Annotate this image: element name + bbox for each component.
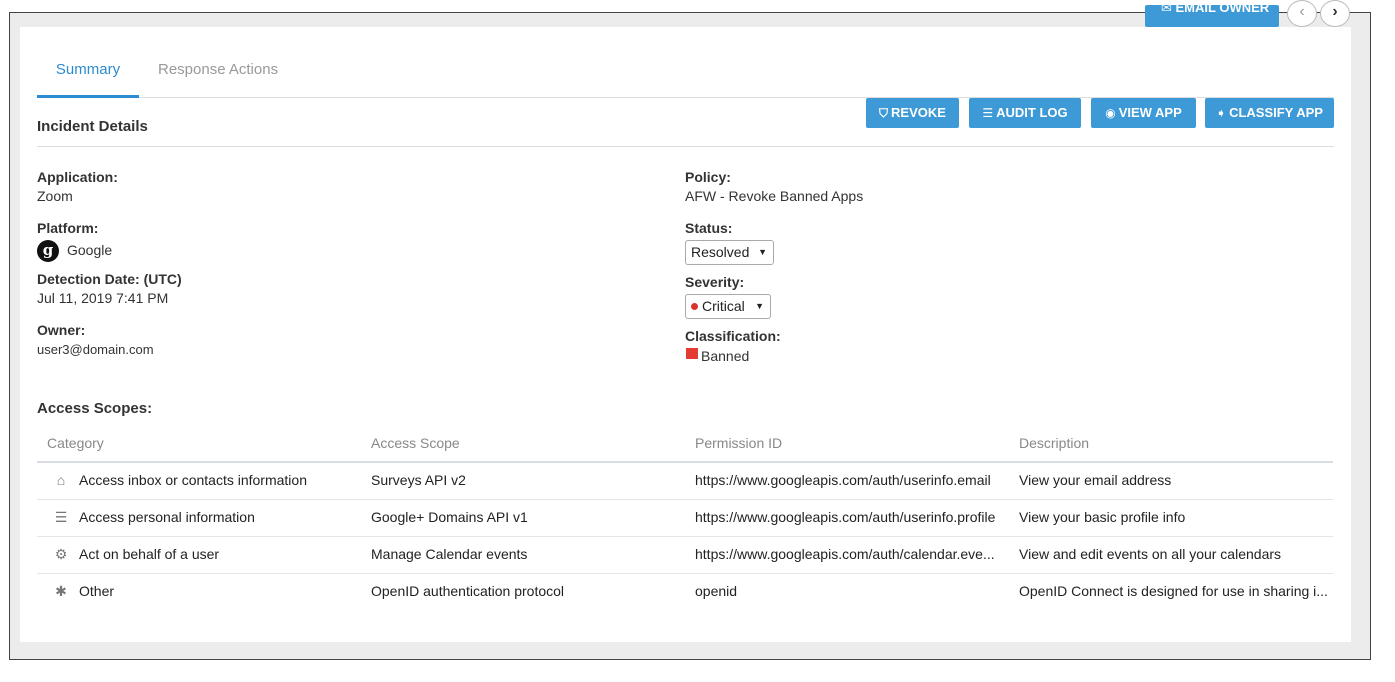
row-description: View your email address bbox=[1019, 472, 1172, 488]
tab-summary[interactable]: Summary bbox=[37, 52, 139, 98]
detection-date-value: Jul 11, 2019 7:41 PM bbox=[37, 290, 169, 306]
classification-value: Banned bbox=[701, 348, 750, 364]
row-access-scope: OpenID authentication protocol bbox=[371, 583, 565, 599]
revoke-button[interactable]: ⛉ REVOKE bbox=[866, 98, 959, 128]
row-description: View your basic profile info bbox=[1019, 509, 1186, 525]
row-category: Access inbox or contacts information bbox=[79, 472, 307, 488]
row-category: Act on behalf of a user bbox=[79, 546, 220, 562]
table-row[interactable]: ⚙ Act on behalf of a user Manage Calenda… bbox=[37, 537, 1333, 574]
classify-app-button[interactable]: ➧ CLASSIFY APP bbox=[1205, 98, 1334, 128]
caret-down-icon: ▼ bbox=[758, 247, 767, 257]
policy-value: AFW - Revoke Banned Apps bbox=[685, 188, 864, 204]
status-label: Status: bbox=[685, 220, 733, 236]
classify-app-label: CLASSIFY APP bbox=[1229, 105, 1323, 120]
tab-bar: Summary Response Actions bbox=[37, 52, 1334, 98]
policy-label: Policy: bbox=[685, 169, 731, 185]
column-header-access-scope[interactable]: Access Scope bbox=[371, 435, 460, 451]
next-incident-button[interactable]: › bbox=[1320, 0, 1350, 27]
platform-value: Google bbox=[67, 242, 113, 258]
column-header-description[interactable]: Description bbox=[1019, 435, 1089, 451]
column-header-permission-id[interactable]: Permission ID bbox=[695, 435, 782, 451]
incident-details-title: Incident Details bbox=[37, 118, 148, 135]
row-category: Access personal information bbox=[79, 509, 255, 525]
chevron-left-icon: ‹ bbox=[1299, 3, 1305, 20]
row-access-scope: Manage Calendar events bbox=[371, 546, 528, 562]
severity-value: Critical bbox=[702, 298, 745, 314]
severity-label: Severity: bbox=[685, 274, 745, 290]
view-app-button[interactable]: ◉ VIEW APP bbox=[1091, 98, 1196, 128]
owner-label: Owner: bbox=[37, 322, 86, 338]
tab-response-actions[interactable]: Response Actions bbox=[158, 52, 278, 98]
access-scopes-title: Access Scopes: bbox=[37, 400, 153, 417]
row-permission-id: openid bbox=[695, 583, 738, 599]
platform-label: Platform: bbox=[37, 220, 99, 236]
list-icon: ☰ bbox=[982, 106, 994, 120]
tag-icon: ➧ bbox=[1216, 106, 1227, 120]
user-gear-icon: ⚙ bbox=[54, 546, 68, 562]
column-header-category[interactable]: Category bbox=[47, 435, 104, 451]
row-permission-id: https://www.googleapis.com/auth/userinfo… bbox=[695, 472, 991, 488]
application-value: Zoom bbox=[37, 188, 73, 204]
inbox-icon: ⌂ bbox=[56, 472, 66, 488]
row-permission-id: https://www.googleapis.com/auth/calendar… bbox=[695, 546, 995, 562]
google-icon: g bbox=[37, 240, 59, 262]
email-owner-button[interactable]: ✉ EMAIL OWNER bbox=[1145, 5, 1279, 27]
status-select[interactable]: Resolved ▼ bbox=[685, 240, 774, 265]
view-app-label: VIEW APP bbox=[1118, 105, 1182, 120]
row-permission-id: https://www.googleapis.com/auth/userinfo… bbox=[695, 509, 996, 525]
row-access-scope: Google+ Domains API v1 bbox=[371, 509, 528, 525]
shield-icon: ⛉ bbox=[879, 106, 889, 120]
user-list-icon: ☰ bbox=[54, 509, 68, 525]
classification-label: Classification: bbox=[685, 328, 781, 344]
table-row[interactable]: ☰ Access personal information Google+ Do… bbox=[37, 500, 1333, 537]
severity-select[interactable]: Critical ▼ bbox=[685, 294, 771, 319]
eye-icon: ◉ bbox=[1105, 106, 1116, 120]
asterisk-icon: ✱ bbox=[55, 583, 67, 599]
row-category: Other bbox=[79, 583, 115, 599]
row-description: View and edit events on all your calenda… bbox=[1019, 546, 1282, 562]
owner-value: user3@domain.com bbox=[37, 342, 154, 357]
severity-dot-icon bbox=[691, 303, 698, 310]
table-row[interactable]: ✱ Other OpenID authentication protocol o… bbox=[37, 574, 1333, 611]
audit-log-label: AUDIT LOG bbox=[996, 105, 1068, 120]
email-owner-label: EMAIL OWNER bbox=[1175, 5, 1270, 15]
caret-down-icon: ▼ bbox=[755, 301, 764, 311]
detection-date-label: Detection Date: (UTC) bbox=[37, 271, 182, 287]
revoke-label: REVOKE bbox=[891, 105, 946, 120]
table-row[interactable]: ⌂ Access inbox or contacts information S… bbox=[37, 463, 1333, 500]
status-value: Resolved bbox=[691, 244, 750, 260]
row-description: OpenID Connect is designed for use in sh… bbox=[1019, 583, 1328, 599]
previous-incident-button[interactable]: ‹ bbox=[1287, 0, 1317, 27]
application-label: Application: bbox=[37, 169, 118, 185]
classification-swatch bbox=[686, 348, 698, 359]
divider bbox=[37, 146, 1334, 147]
audit-log-button[interactable]: ☰ AUDIT LOG bbox=[969, 98, 1081, 128]
row-access-scope: Surveys API v2 bbox=[371, 472, 466, 488]
chevron-right-icon: › bbox=[1332, 3, 1338, 20]
